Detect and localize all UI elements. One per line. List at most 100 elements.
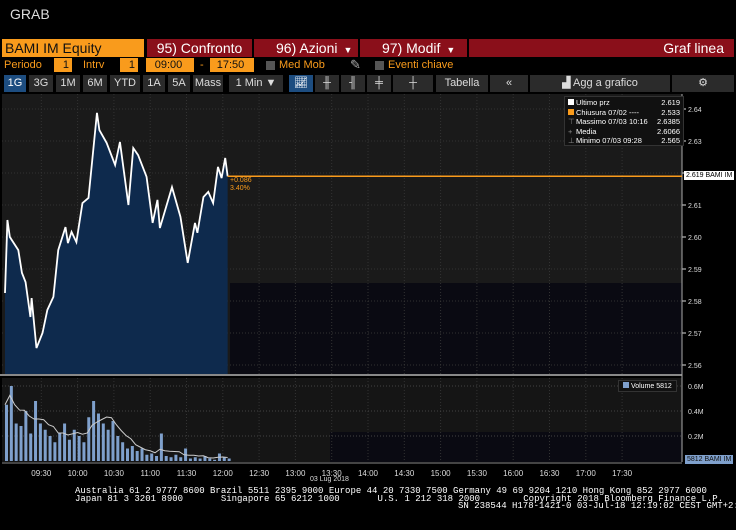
volume-bar (159, 433, 163, 461)
volume-bar (208, 458, 212, 461)
volume-bar (5, 404, 8, 461)
volume-bar (174, 454, 178, 461)
price-tick-label: 2.60 (688, 235, 702, 242)
legend-row: ⊤ Massimo 07/03 10:16 2.6385 (568, 117, 680, 127)
volume-bar (87, 417, 91, 461)
legend-label: Massimo 07/03 10:16 (576, 117, 648, 126)
price-tick-label: 2.63 (688, 139, 702, 146)
legend-marker-icon (568, 108, 576, 118)
time-tick-label: 15:00 (431, 469, 452, 478)
volume-bar (58, 433, 62, 461)
volume-legend: Volume 5812 (618, 380, 677, 392)
price-chart[interactable]: 09:30 10:00 10:30 11:00 11:30 12:00 12:30 13:00… (0, 0, 736, 530)
volume-bar (126, 448, 129, 461)
legend-row: Ultimo prz 2.619 (568, 98, 680, 108)
volume-bar (19, 426, 23, 461)
time-tick-label: 10:30 (104, 469, 125, 478)
volume-tag: 5812 BAMI IM (685, 455, 734, 464)
volume-swatch (623, 382, 629, 388)
volume-bar (222, 457, 226, 461)
legend-marker-icon (568, 98, 576, 108)
volume-bar (92, 401, 96, 461)
volume-bar (155, 456, 159, 461)
time-tick-label: 09:30 (31, 469, 52, 478)
date-label: 03 Lug 2018 (310, 476, 349, 483)
time-tick-label: 14:30 (394, 469, 415, 478)
panel-shade (230, 283, 682, 374)
volume-bar (150, 453, 154, 461)
last-price-tag: 2.619 BAMI IM (684, 171, 735, 180)
volume-bar (213, 459, 217, 461)
volume-bar (43, 429, 47, 461)
volume-bar (193, 457, 197, 461)
time-tick-label: 12:30 (249, 469, 270, 478)
price-tick-label: 2.59 (688, 267, 702, 274)
volume-bar (53, 442, 57, 461)
legend-value: 2.565 (661, 136, 680, 145)
legend-label: Ultimo prz (576, 98, 610, 107)
volume-bar (164, 456, 168, 461)
volume-bar (188, 458, 192, 461)
volume-bar (140, 448, 144, 461)
footer-session: SN 238544 H178-1421-0 03-Jul-18 12:19:02… (458, 501, 736, 511)
volume-bar (169, 457, 173, 461)
volume-bar (34, 401, 38, 461)
volume-bar (77, 436, 81, 461)
volume-tick-label: 0.2M (688, 434, 704, 441)
time-tick-label: 17:00 (576, 469, 597, 478)
legend-label: Media (576, 126, 597, 136)
legend-marker-icon: ⊤ (568, 117, 575, 126)
volume-bar (72, 429, 76, 461)
volume-tick-label: 0.6M (688, 384, 704, 391)
time-tick-label: 14:00 (358, 469, 379, 478)
time-tick-label: 13:00 (285, 469, 306, 478)
volume-bar (227, 458, 231, 461)
volume-bar (38, 423, 42, 461)
legend-value: 2.533 (661, 107, 680, 117)
legend-label: Minimo 07/03 09:28 (576, 136, 642, 145)
volume-bar (63, 423, 67, 461)
legend-value: 2.6385 (657, 117, 680, 126)
legend-value: 2.619 (661, 98, 680, 107)
volume-bar (198, 458, 202, 461)
time-tick-label: 16:00 (503, 469, 524, 478)
volume-bar (116, 436, 120, 461)
legend-value: 2.6066 (657, 126, 680, 136)
price-tick-label: 2.57 (688, 331, 702, 338)
time-tick-label: 11:00 (140, 469, 160, 478)
volume-bar (24, 411, 28, 461)
volume-tick-label: 0.4M (688, 409, 704, 416)
volume-bar (101, 423, 105, 461)
volume-bar (48, 436, 52, 461)
time-tick-label: 11:30 (177, 469, 197, 478)
volume-bar (111, 421, 115, 461)
volume-bar (106, 429, 110, 461)
time-tick-label: 16:30 (539, 469, 560, 478)
legend-label: Chiusura 07/02 ---- (576, 107, 639, 117)
time-tick-label: 12:00 (213, 469, 234, 478)
change-pct: 3.40% (230, 185, 250, 192)
legend-row: Chiusura 07/02 ---- 2.533 (568, 108, 680, 118)
price-tick-label: 2.61 (688, 203, 702, 210)
chart-legend: Ultimo prz 2.619 Chiusura 07/02 ---- 2.533 ⊤… (564, 96, 684, 146)
volume-bar (67, 439, 71, 461)
volume-bar (130, 446, 134, 461)
volume-bar (179, 457, 183, 461)
legend-marker-icon: ⊥ (568, 136, 575, 145)
volume-bar (14, 423, 18, 461)
volume-bar (82, 442, 86, 461)
volume-bar (135, 451, 139, 461)
price-tick-label: 2.58 (688, 299, 702, 306)
time-tick-label: 17:30 (612, 469, 633, 478)
volume-bar (29, 433, 33, 461)
volume-bar (121, 442, 125, 461)
legend-row: ⊥ Minimo 07/03 09:28 2.565 (568, 136, 680, 146)
change-annotation: +0.086 3.40% (230, 177, 252, 193)
time-tick-label: 10:00 (68, 469, 89, 478)
price-tick-label: 2.56 (688, 363, 702, 370)
legend-row: + Media 2.6066 (568, 127, 680, 137)
volume-bar (145, 454, 149, 461)
legend-marker-icon: + (568, 126, 573, 136)
time-tick-label: 15:30 (467, 469, 488, 478)
price-tick-label: 2.64 (688, 107, 702, 114)
